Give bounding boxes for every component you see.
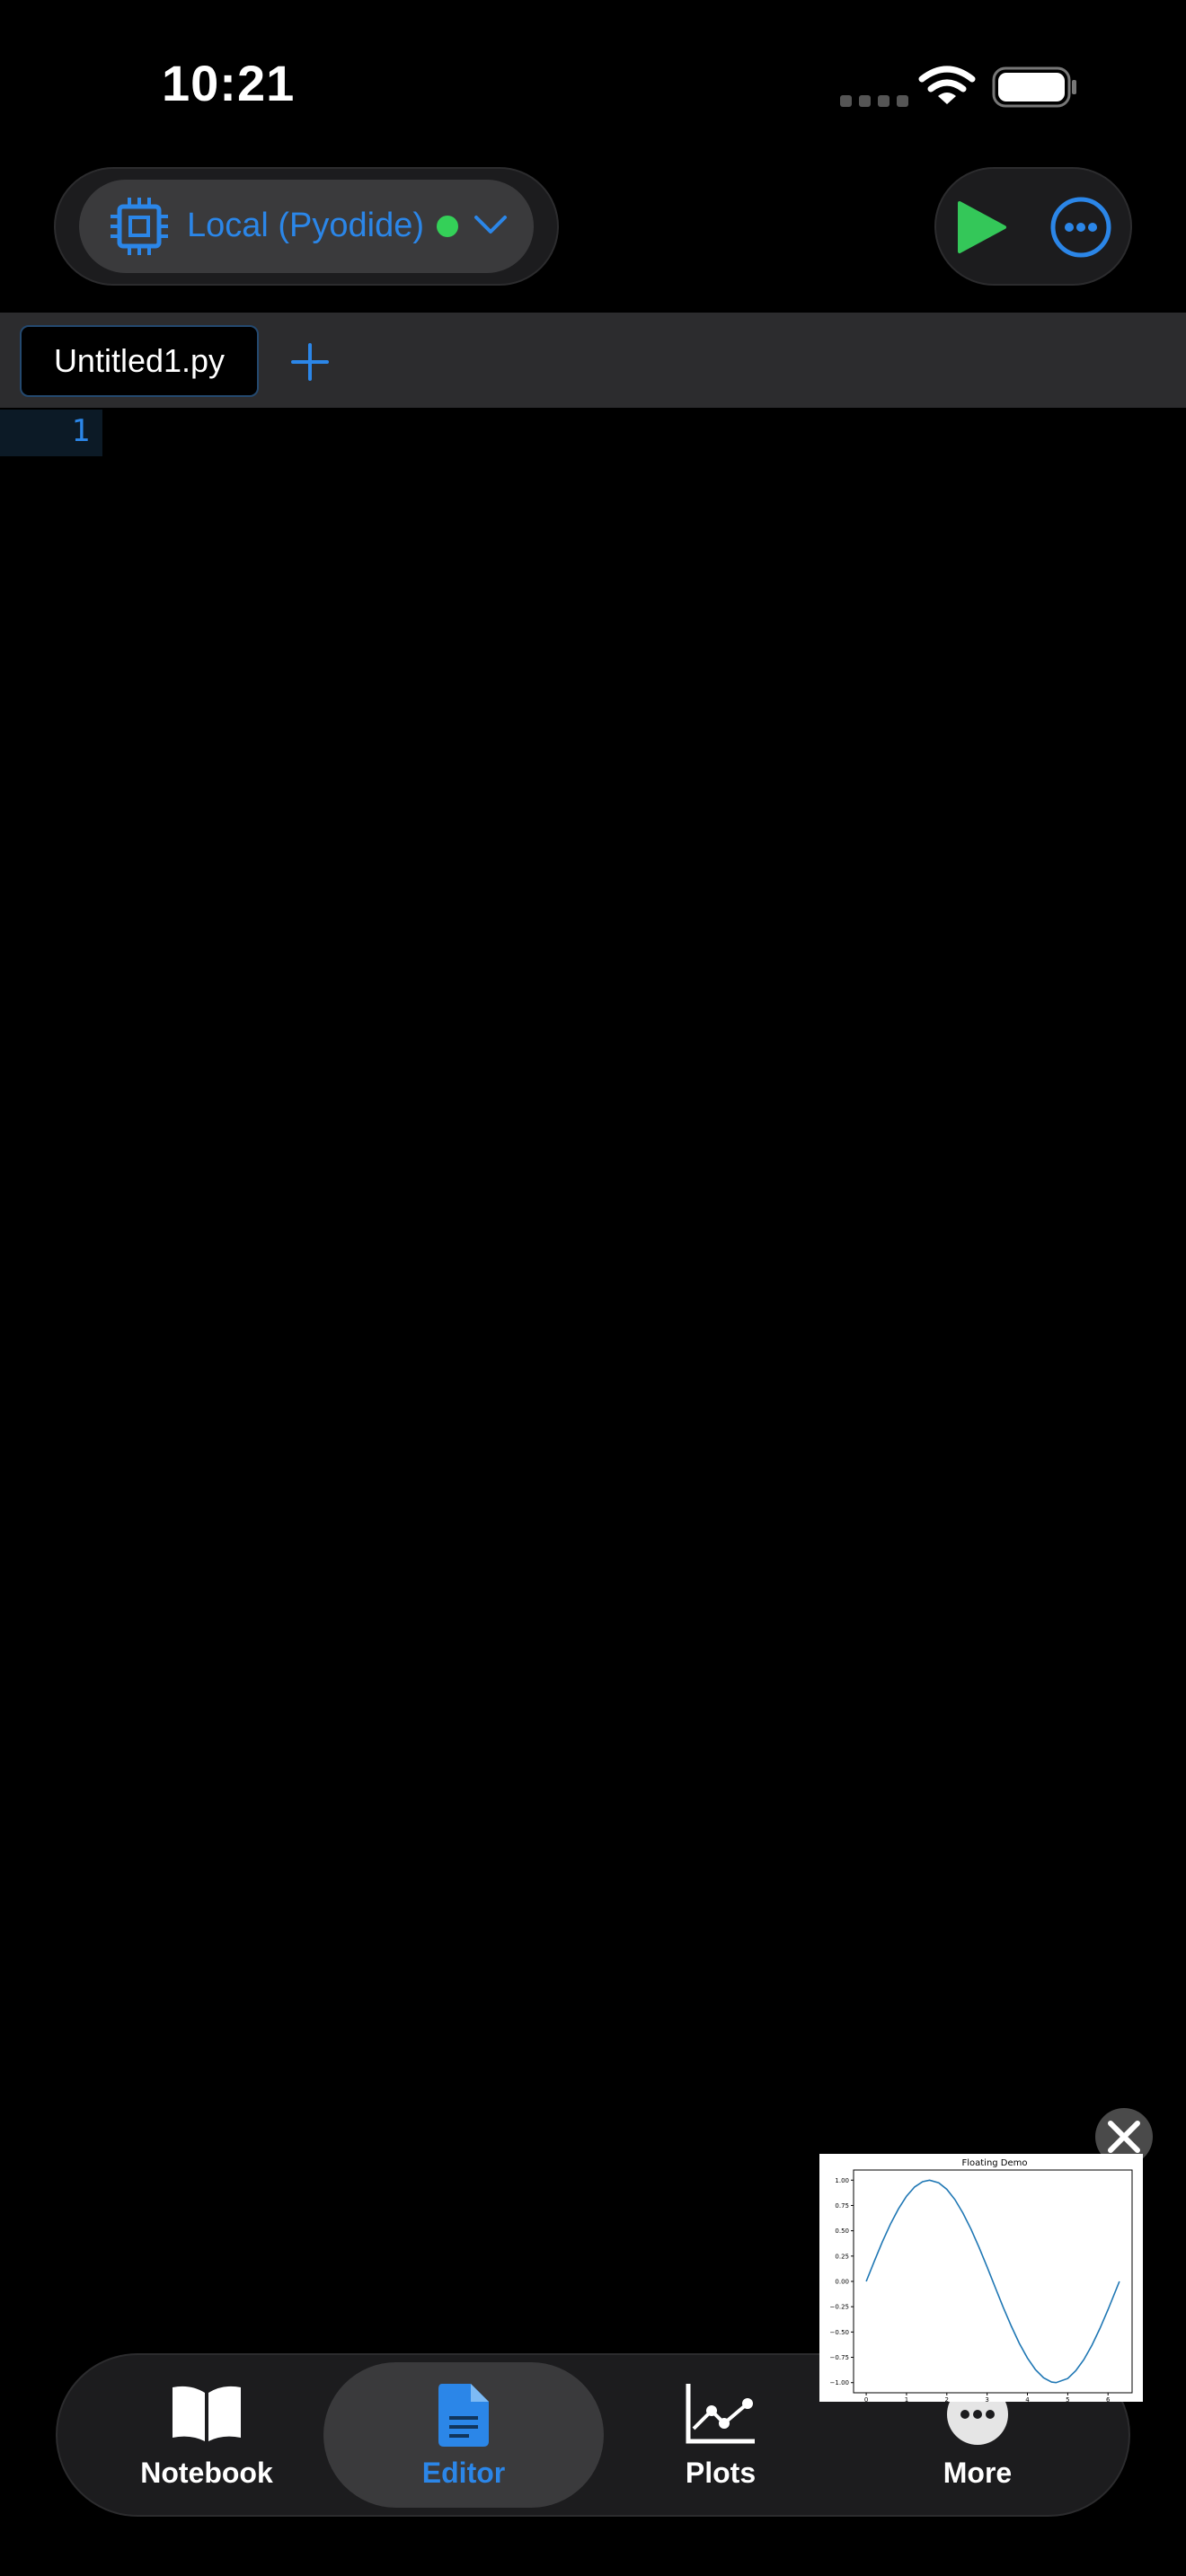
more-options-button[interactable] xyxy=(1049,196,1112,259)
code-editor-area[interactable] xyxy=(102,410,1186,2296)
nav-editor-label: Editor xyxy=(421,2457,506,2489)
kernel-label: Local (Pyodide) xyxy=(187,207,425,244)
y-tick-label: 0.25 xyxy=(835,2253,849,2260)
status-time: 10:21 xyxy=(162,55,296,111)
nav-editor[interactable]: Editor xyxy=(347,2382,580,2490)
y-tick-label: −1.00 xyxy=(830,2379,849,2386)
nav-notebook[interactable]: Notebook xyxy=(90,2382,323,2490)
run-button[interactable] xyxy=(954,199,1008,255)
x-tick-label: 0 xyxy=(864,2396,868,2402)
x-tick-label: 3 xyxy=(985,2396,988,2402)
plot-title: Floating Demo xyxy=(961,2158,1027,2168)
x-tick-label: 1 xyxy=(905,2396,908,2402)
book-icon xyxy=(173,2386,241,2441)
x-tick-label: 4 xyxy=(1025,2396,1030,2402)
nav-notebook-label: Notebook xyxy=(140,2457,273,2489)
kernel-status-dot xyxy=(437,216,458,237)
x-tick-label: 5 xyxy=(1066,2396,1069,2402)
y-tick-label: 0.75 xyxy=(835,2202,849,2210)
x-tick-label: 2 xyxy=(945,2396,949,2402)
document-icon xyxy=(438,2384,489,2447)
y-tick-label: −0.75 xyxy=(830,2354,849,2361)
wifi-icon xyxy=(918,66,976,104)
y-tick-label: 1.00 xyxy=(835,2177,849,2184)
cpu-icon xyxy=(111,198,168,255)
x-tick-label: 6 xyxy=(1106,2396,1111,2402)
chevron-down-icon xyxy=(474,216,507,234)
nav-more-label: More xyxy=(943,2457,1013,2489)
y-tick-label: −0.50 xyxy=(830,2329,849,2336)
cellular-signal-icon xyxy=(840,95,908,107)
y-tick-label: 0.50 xyxy=(835,2228,849,2235)
y-tick-label: 0.00 xyxy=(835,2279,849,2286)
floating-plot-window[interactable]: Floating Demo 0 1 2 3 4 5 6 1.00 0.75 0.50 0.25 0.0… xyxy=(819,2154,1143,2404)
nav-plots-label: Plots xyxy=(685,2457,757,2489)
battery-icon xyxy=(992,66,1076,108)
y-tick-label: −0.25 xyxy=(830,2304,849,2311)
kernel-selector-button[interactable]: Local (Pyodide) xyxy=(79,180,534,273)
line-number: 1 xyxy=(71,413,90,449)
add-tab-button[interactable] xyxy=(288,336,332,388)
chart-icon xyxy=(686,2384,755,2444)
tab-untitled1[interactable]: Untitled1.py xyxy=(20,325,259,397)
nav-plots[interactable]: Plots xyxy=(604,2382,837,2490)
floating-plot-chart: Floating Demo 0 1 2 3 4 5 6 1.00 0.75 0.50 0.25 0.0… xyxy=(819,2154,1143,2404)
